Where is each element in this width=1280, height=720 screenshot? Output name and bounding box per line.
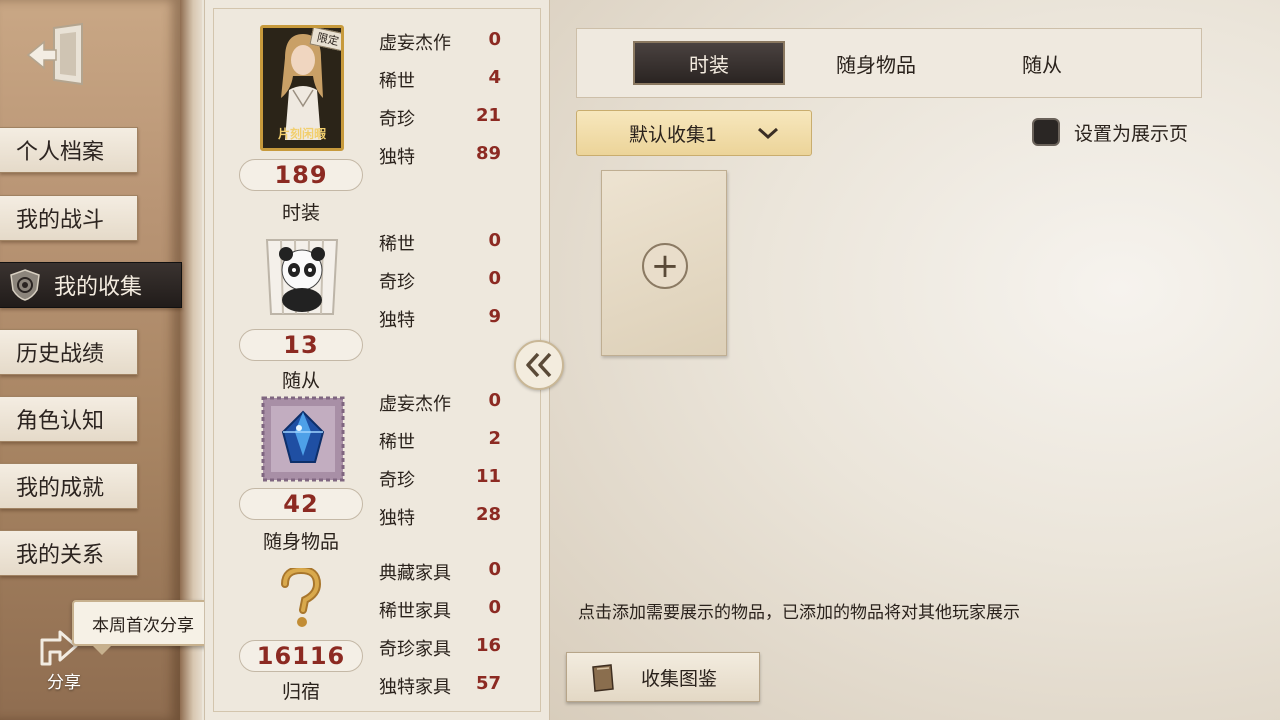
sidebar-item-history[interactable]: 历史战绩 [0,329,138,375]
rarity-value: 9 [488,306,501,327]
showcase-label: 设置为展示页 [1074,122,1189,145]
home-count: 16116 [239,640,363,672]
category-tab-bar: 时装 随身物品 随从 [576,28,1202,98]
rarity-value: 4 [488,67,501,88]
rarity-value: 0 [488,230,501,251]
collection-gallery-button[interactable]: 收集图鉴 [566,652,760,702]
rarity-value: 0 [488,597,501,618]
sidebar-item-label: 我的战斗 [16,208,105,233]
rarity-value: 89 [475,143,501,164]
exit-door-icon[interactable] [24,22,88,88]
sidebar-item-label: 历史战绩 [16,342,105,367]
tab-pet[interactable]: 随从 [967,41,1117,85]
collapse-panel-button[interactable] [514,340,564,390]
showcase-checkbox[interactable] [1032,118,1060,146]
accessory-count: 42 [239,488,363,520]
share-tooltip-text: 本周首次分享 [92,615,194,636]
rarity-label: 奇珍 [379,272,415,293]
rarity-label: 奇珍家具 [379,639,451,660]
rarity-value: 28 [475,504,501,525]
double-chevron-left-icon [526,352,552,378]
card-caption: 片刻闲暇 [277,127,326,141]
rarity-label: 奇珍 [379,109,415,130]
share-label: 分享 [47,673,81,693]
tab-accessory[interactable]: 随身物品 [801,41,951,85]
rarity-value: 0 [488,390,501,411]
pet-icon[interactable] [257,230,347,324]
rarity-label: 稀世 [379,71,415,92]
rarity-label: 独特 [379,508,415,529]
shield-emblem-icon [10,269,40,301]
accessory-gem-icon[interactable] [261,396,345,486]
question-mark-icon[interactable] [275,565,325,632]
rarity-value: 0 [488,268,501,289]
sidebar-item-label: 个人档案 [16,140,105,165]
sidebar-item-label: 角色认知 [16,409,105,434]
showcase-hint: 点击添加需要展示的物品，已添加的物品将对其他玩家展示 [578,603,1020,623]
tab-label: 随从 [1022,52,1062,77]
showcase-toggle[interactable]: 设置为展示页 [1032,118,1188,146]
sidebar-item-profile[interactable]: 个人档案 [0,127,138,173]
chevron-down-icon [758,127,778,140]
pet-count: 13 [239,329,363,361]
add-item-slot[interactable]: + [601,170,727,356]
pet-label: 随从 [281,370,320,392]
costume-card[interactable]: 限定 片刻闲暇 [260,25,344,151]
rarity-value: 16 [475,635,501,656]
tab-label: 随身物品 [836,52,916,77]
sidebar-item-collection[interactable]: 我的收集 [0,262,182,308]
rarity-value: 2 [488,428,501,449]
tab-costume[interactable]: 时装 [633,41,785,85]
sidebar-item-label: 我的成就 [16,476,105,501]
rarity-label: 稀世家具 [379,601,451,622]
sidebar-item-label: 我的关系 [16,543,105,568]
sidebar-item-achievements[interactable]: 我的成就 [0,463,138,509]
accessory-label: 随身物品 [262,531,339,553]
tab-label: 时装 [689,52,729,77]
sidebar-item-label: 我的收集 [54,275,143,300]
rarity-label: 稀世 [379,432,415,453]
costume-count: 189 [239,159,363,191]
rarity-label: 稀世 [379,234,415,255]
plus-icon: + [642,243,688,289]
rarity-label: 虚妄杰作 [379,33,451,54]
rarity-label: 独特家具 [379,677,451,698]
rarity-label: 典藏家具 [379,563,451,584]
rarity-label: 虚妄杰作 [379,394,451,415]
gallery-button-label: 收集图鉴 [641,667,718,690]
sidebar-item-character-knowledge[interactable]: 角色认知 [0,396,138,442]
home-label: 归宿 [281,681,320,703]
rarity-value: 57 [475,673,501,694]
dropdown-selected: 默认收集1 [629,123,718,146]
collection-stats-panel: 限定 片刻闲暇 189 时装 虚妄杰作 0 稀世 4 奇珍 21 独特 89 1… [204,0,550,720]
costume-label: 时装 [281,202,320,224]
rarity-label: 独特 [379,147,415,168]
rarity-value: 0 [488,559,501,580]
collection-preset-dropdown[interactable]: 默认收集1 [576,110,812,156]
rarity-value: 0 [488,29,501,50]
rarity-label: 独特 [379,310,415,331]
rarity-value: 11 [475,466,501,487]
sidebar-item-battles[interactable]: 我的战斗 [0,195,138,241]
rarity-label: 奇珍 [379,470,415,491]
rarity-value: 21 [475,105,501,126]
book-icon [592,664,614,692]
sidebar-item-relations[interactable]: 我的关系 [0,530,138,576]
